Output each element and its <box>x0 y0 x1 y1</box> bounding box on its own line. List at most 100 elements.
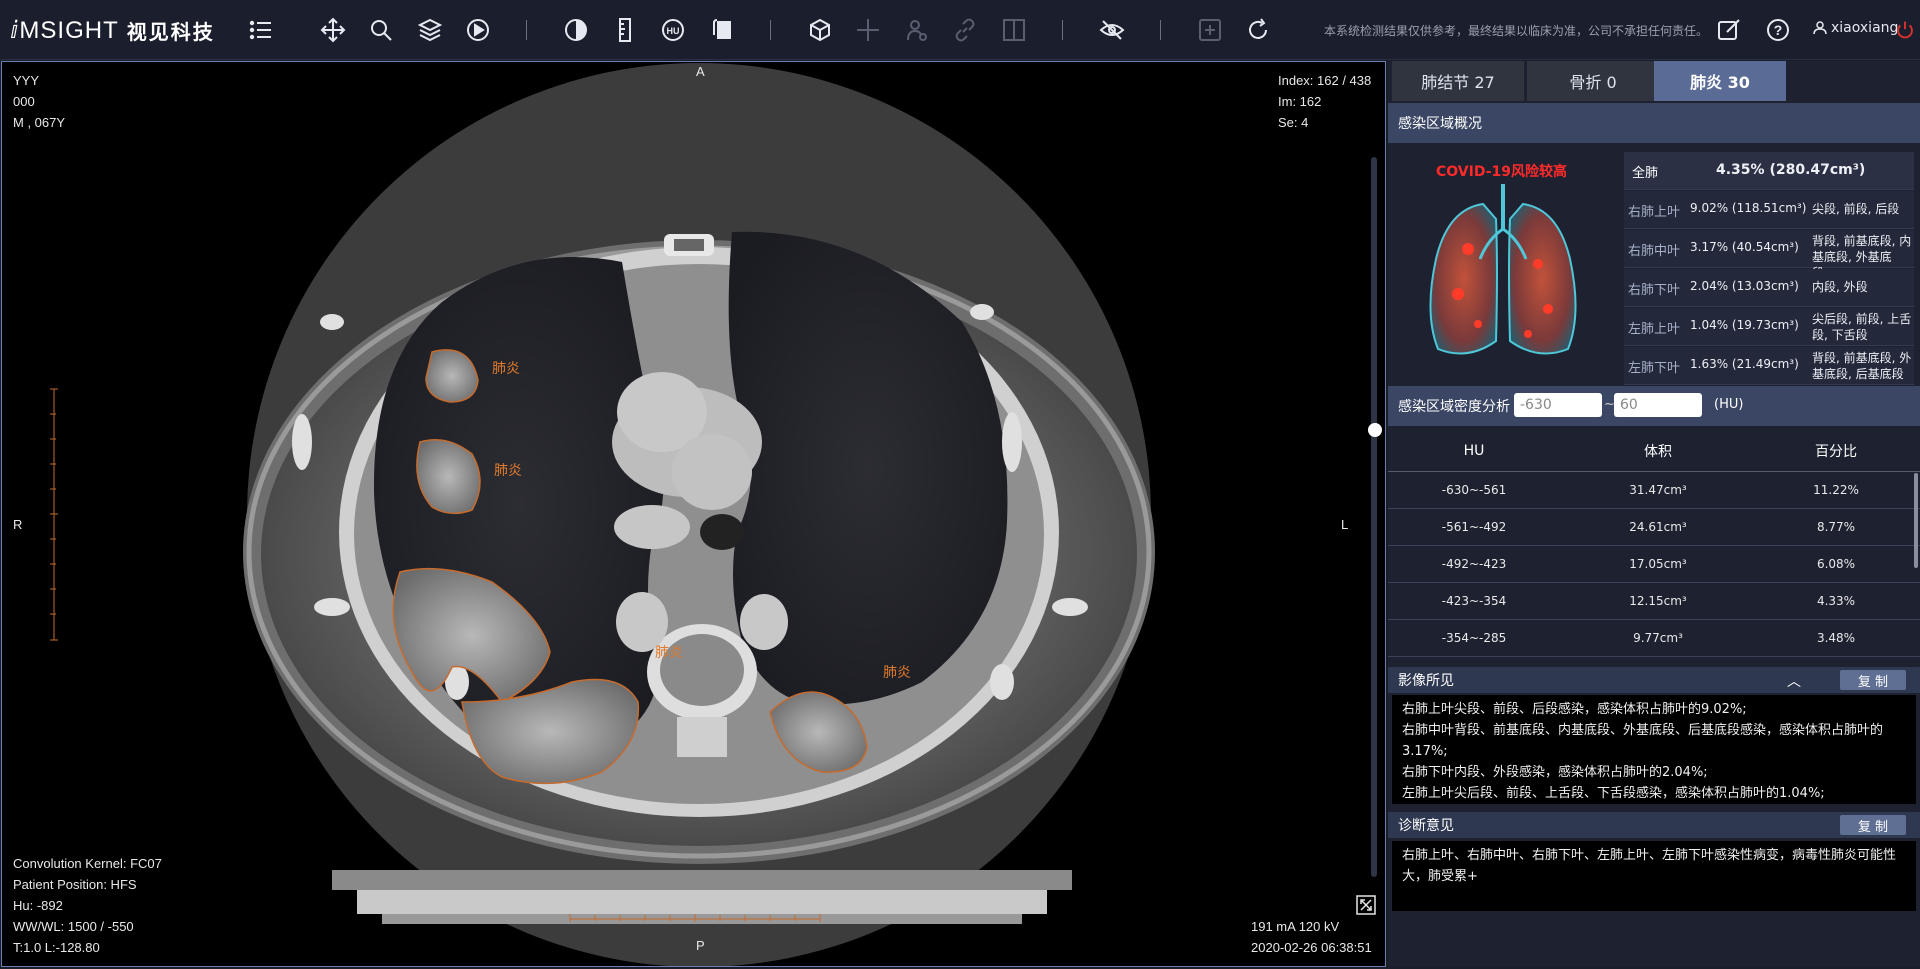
scan-datetime: 2020-02-26 06:38:51 <box>1251 940 1372 955</box>
hu-min-input[interactable]: -630 <box>1514 393 1602 417</box>
add-icon <box>1195 15 1225 45</box>
orient-posterior: P <box>696 938 705 953</box>
total-lung-row: 全肺 4.35% (280.47cm³) <box>1624 152 1914 190</box>
scan-params: Convolution Kernel: FC07 Patient Positio… <box>13 853 162 958</box>
toolbar-divider <box>1160 20 1161 40</box>
patient-sex-age: M , 067Y <box>13 115 66 130</box>
svg-text:HU: HU <box>667 26 680 36</box>
lobe-segments: 背段, 前基底段, 外基底段, 后基底段 <box>1812 351 1912 381</box>
lobe-name: 右肺下叶 <box>1628 283 1681 298</box>
table-row[interactable]: -630~-561 31.47cm³ 11.22% <box>1388 472 1920 509</box>
col-percent: 百分比 <box>1815 444 1857 460</box>
index-text: Index: 162 / 438 <box>1278 73 1372 88</box>
table-row[interactable]: -423~-354 12.15cm³ 4.33% <box>1388 583 1920 620</box>
series-info: Index: 162 / 438 Im: 162 Se: 4 <box>1278 70 1375 133</box>
lobe-name: 右肺中叶 <box>1628 244 1681 259</box>
ct-image <box>50 63 1155 966</box>
lobe-row: 右肺中叶 3.17% (40.54cm³) 背段, 前基底段, 内基底段, 外基… <box>1624 230 1914 280</box>
zoom-icon[interactable] <box>366 15 396 45</box>
toolbar-divider <box>526 20 527 40</box>
hu-max-input[interactable]: 60 <box>1614 393 1702 417</box>
series-number: Se: 4 <box>1278 115 1309 130</box>
layers-icon[interactable] <box>415 15 445 45</box>
lobe-name: 左肺下叶 <box>1628 361 1681 376</box>
tab-nodule[interactable]: 肺结节 27 <box>1392 61 1524 101</box>
lobe-stats: 全肺 4.35% (280.47cm³) 右肺上叶 9.02% (118.51c… <box>1624 152 1914 386</box>
table-row[interactable]: -354~-285 9.77cm³ 3.48% <box>1388 620 1920 657</box>
tab-bar: 肺结节 27 骨折 0 肺炎 30 <box>1388 61 1920 101</box>
tube-params: 191 mA 120 kV <box>1251 919 1340 934</box>
person-icon <box>902 15 932 45</box>
annotation-label[interactable]: 肺炎 <box>492 358 520 379</box>
overview-title: 感染区域概况 <box>1398 116 1482 132</box>
help-icon[interactable]: ? <box>1763 15 1793 45</box>
col-hu: HU <box>1463 443 1485 459</box>
lobe-value: 2.04% (13.03cm³) <box>1690 279 1799 293</box>
annotation-label[interactable]: 肺炎 <box>883 662 911 683</box>
diagnosis-title: 诊断意见 <box>1398 818 1454 834</box>
svg-text:?: ? <box>1774 22 1783 38</box>
toolbar-divider <box>770 20 771 40</box>
ruler-icon[interactable] <box>610 15 640 45</box>
orient-anterior: A <box>696 64 705 79</box>
lobe-value: 1.63% (21.49cm³) <box>1690 357 1799 371</box>
lobe-name: 左肺上叶 <box>1628 322 1681 337</box>
disclaimer-text: 本系统检测结果仅供参考，最终结果以临床为准，公司不承担任何责任。 <box>1324 24 1709 38</box>
lobe-row: 左肺上叶 1.04% (19.73cm³) 尖后段, 前段, 上舌段, 下舌段 <box>1624 308 1914 346</box>
annotation-label[interactable]: 肺炎 <box>655 642 683 663</box>
copy-findings-button[interactable]: 复 制 <box>1840 670 1906 690</box>
hu-icon[interactable]: HU <box>658 15 688 45</box>
top-toolbar: ⅈMSIGHT 视见科技 HU 本系统检测结果仅供参考，最终结果以临床为准，公司… <box>0 0 1920 60</box>
lung-illustration: COVID-19风险较高 <box>1388 149 1618 371</box>
table-scrollbar[interactable] <box>1914 473 1918 568</box>
lobe-value: 9.02% (118.51cm³) <box>1690 201 1807 215</box>
density-header: 感染区域密度分析 -630 ~ 60 (HU) <box>1388 386 1920 426</box>
move-icon[interactable] <box>318 15 348 45</box>
orient-left: L <box>1341 517 1349 532</box>
link-icon <box>950 15 980 45</box>
lobe-value: 3.17% (40.54cm³) <box>1690 240 1799 254</box>
patient-name: YYY <box>13 73 40 88</box>
tab-pneumonia[interactable]: 肺炎 30 <box>1654 61 1786 101</box>
thickness-location: T:1.0 L:-128.80 <box>13 940 100 955</box>
lobe-segments: 尖后段, 前段, 上舌段, 下舌段 <box>1812 312 1912 342</box>
overview-header: 感染区域概况 <box>1388 103 1920 143</box>
cube-icon[interactable] <box>805 15 835 45</box>
image-number: Im: 162 <box>1278 94 1322 109</box>
contrast-icon[interactable] <box>561 15 591 45</box>
lobe-value: 1.04% (19.73cm³) <box>1690 318 1799 332</box>
annotation-label[interactable]: 肺炎 <box>494 460 522 481</box>
density-title: 感染区域密度分析 <box>1398 399 1510 415</box>
slice-scroll-thumb[interactable] <box>1368 423 1382 437</box>
hide-icon[interactable] <box>1097 15 1127 45</box>
analysis-panel: 肺结节 27 骨折 0 肺炎 30 感染区域概况 COVID-19风险较高 全肺… <box>1388 61 1920 967</box>
total-value: 4.35% (280.47cm³) <box>1716 162 1866 178</box>
logo-cn: 视见科技 <box>126 21 215 44</box>
ct-viewer[interactable]: 肺炎 肺炎 肺炎 肺炎 YYY 000 M , 067Y Index: 162 … <box>1 61 1386 967</box>
power-icon[interactable] <box>1895 15 1915 45</box>
copy-diagnosis-button[interactable]: 复 制 <box>1840 815 1906 835</box>
rotate-icon[interactable] <box>707 15 737 45</box>
crosshair-icon <box>853 15 883 45</box>
table-row[interactable]: -561~-492 24.61cm³ 8.77% <box>1388 509 1920 546</box>
hu-value: Hu: -892 <box>13 898 63 913</box>
slice-scrollbar[interactable] <box>1371 157 1377 877</box>
hu-unit: (HU) <box>1714 397 1744 412</box>
user-menu[interactable]: xiaoxiang <box>1813 20 1898 36</box>
fullscreen-icon[interactable] <box>1356 895 1376 915</box>
logo-text: ⅈMSIGHT <box>10 16 119 44</box>
findings-header: 影像所见 ︿ 复 制 <box>1388 667 1920 693</box>
lobe-name: 右肺上叶 <box>1628 205 1681 220</box>
lobe-row: 右肺上叶 9.02% (118.51cm³) 尖段, 前段, 后段 <box>1624 191 1914 229</box>
lobe-segments: 尖段, 前段, 后段 <box>1812 202 1900 216</box>
play-icon[interactable] <box>463 15 493 45</box>
refresh-icon[interactable] <box>1243 15 1273 45</box>
menu-list-icon[interactable] <box>246 15 276 45</box>
edit-icon[interactable] <box>1714 15 1744 45</box>
chevron-up-icon[interactable]: ︿ <box>1787 671 1801 691</box>
table-header: HU 体积 百分比 <box>1388 431 1920 472</box>
lobe-row: 左肺下叶 1.63% (21.49cm³) 背段, 前基底段, 外基底段, 后基… <box>1624 347 1914 385</box>
table-row[interactable]: -492~-423 17.05cm³ 6.08% <box>1388 546 1920 583</box>
lobe-segments: 内段, 外段 <box>1812 280 1868 294</box>
tab-fracture[interactable]: 骨折 0 <box>1527 61 1659 101</box>
